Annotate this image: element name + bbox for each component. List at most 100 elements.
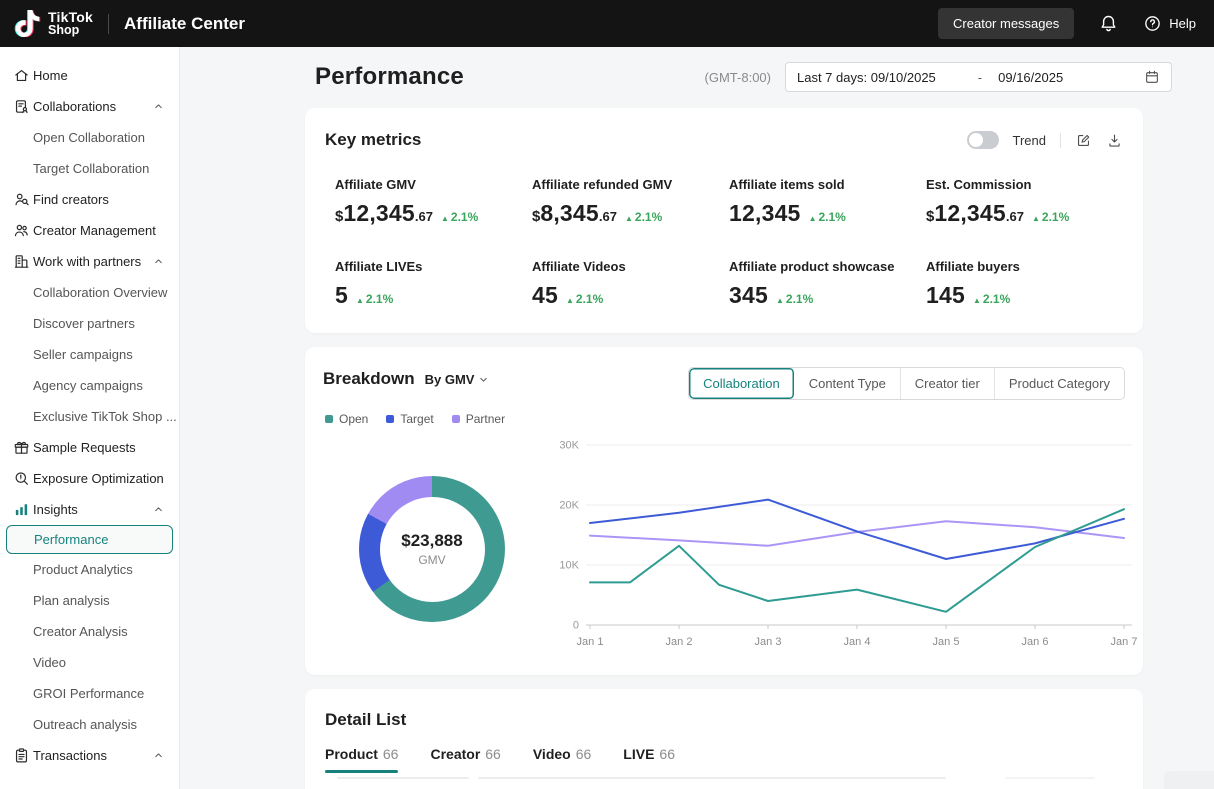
table-skeleton-line [478, 777, 946, 779]
insights-icon [13, 501, 30, 518]
svg-text:30K: 30K [559, 440, 579, 452]
detail-tab-label: LIVE [623, 746, 654, 762]
sidebar-item-label: Discover partners [33, 316, 135, 331]
legend-swatch [386, 415, 394, 423]
sidebar-item-work-with-partners[interactable]: Work with partners [0, 246, 179, 277]
sidebar-item-label: Target Collaboration [33, 161, 149, 176]
detail-list-title: Detail List [325, 710, 1123, 730]
sidebar-item-insights[interactable]: Insights [0, 494, 179, 525]
creator-messages-button[interactable]: Creator messages [938, 8, 1074, 39]
controls-divider [1060, 133, 1061, 148]
line-series-target [590, 500, 1124, 559]
svg-text:Jan 6: Jan 6 [1022, 636, 1049, 648]
sidebar-item-label: Product Analytics [33, 562, 133, 577]
metric-affiliate-lives: Affiliate LIVEs5▲2.1% [335, 259, 532, 309]
main-content: Performance (GMT-8:00) Last 7 days: 09/1… [180, 47, 1214, 789]
date-range-picker[interactable]: Last 7 days: 09/10/2025 - 09/16/2025 [785, 62, 1172, 92]
metric-delta-value: 2.1% [576, 292, 603, 306]
metric-value: 345 [729, 282, 768, 309]
sidebar-item-label: Exclusive TikTok Shop ... [33, 409, 177, 424]
metric-affiliate-videos: Affiliate Videos45▲2.1% [532, 259, 729, 309]
sidebar-item-sample-requests[interactable]: Sample Requests [0, 432, 179, 463]
sidebar-item-label: Transactions [33, 748, 107, 763]
sidebar-item-target-collaboration[interactable]: Target Collaboration [0, 153, 179, 184]
download-icon[interactable] [1106, 132, 1123, 149]
question-circle-icon [1143, 14, 1162, 33]
sidebar-item-agency-campaigns[interactable]: Agency campaigns [0, 370, 179, 401]
metric-delta: ▲2.1% [625, 210, 662, 224]
trend-toggle[interactable] [967, 131, 999, 149]
transactions-icon [13, 747, 30, 764]
app-title: Affiliate Center [124, 14, 245, 34]
detail-tab-label: Video [533, 746, 571, 762]
legend-swatch [452, 415, 460, 423]
sidebar-item-discover-partners[interactable]: Discover partners [0, 308, 179, 339]
breakdown-tab-product-category[interactable]: Product Category [995, 368, 1124, 399]
arrow-up-icon: ▲ [973, 296, 981, 305]
sidebar-item-collaborations[interactable]: Collaborations [0, 91, 179, 122]
svg-text:Jan 4: Jan 4 [844, 636, 871, 648]
detail-tab-video[interactable]: Video66 [533, 746, 591, 773]
date-range-start: Last 7 days: 09/10/2025 [797, 70, 936, 85]
sidebar-item-video[interactable]: Video [0, 647, 179, 678]
metric-delta: ▲2.1% [809, 210, 846, 224]
sidebar-item-plan-analysis[interactable]: Plan analysis [0, 585, 179, 616]
legend-item-target[interactable]: Target [386, 412, 433, 426]
sidebar-item-outreach-analysis[interactable]: Outreach analysis [0, 709, 179, 740]
sidebar-item-product-analytics[interactable]: Product Analytics [0, 554, 179, 585]
help-button[interactable]: Help [1143, 14, 1196, 33]
metric-value-row: 145▲2.1% [926, 282, 1123, 309]
sidebar-item-groi-performance[interactable]: GROI Performance [0, 678, 179, 709]
legend-item-open[interactable]: Open [325, 412, 368, 426]
breakdown-tab-collaboration[interactable]: Collaboration [689, 368, 795, 399]
metric-delta-value: 2.1% [451, 210, 478, 224]
metric-delta: ▲2.1% [1032, 210, 1069, 224]
bell-icon[interactable] [1098, 13, 1119, 34]
chevron-up-icon[interactable] [153, 256, 164, 267]
metric-value: 12,345 [934, 200, 1006, 227]
metric-decimal: .67 [599, 209, 617, 224]
sidebar-item-creator-analysis[interactable]: Creator Analysis [0, 616, 179, 647]
metric-value: 145 [926, 282, 965, 309]
chevron-up-icon[interactable] [153, 504, 164, 515]
metric-affiliate-buyers: Affiliate buyers145▲2.1% [926, 259, 1123, 309]
metric-label: Affiliate buyers [926, 259, 1123, 274]
sidebar-item-transactions[interactable]: Transactions [0, 740, 179, 771]
gift-icon [13, 439, 30, 456]
sidebar-item-home[interactable]: Home [0, 60, 179, 91]
chevron-up-icon[interactable] [153, 750, 164, 761]
chevron-up-icon[interactable] [153, 101, 164, 112]
metric-est-commission: Est. Commission$12,345.67▲2.1% [926, 177, 1123, 227]
legend-label: Target [400, 412, 433, 426]
metric-value-row: 5▲2.1% [335, 282, 532, 309]
edit-icon[interactable] [1075, 132, 1092, 149]
detail-tab-product[interactable]: Product66 [325, 746, 398, 773]
topbar: TikTok Shop Affiliate Center Creator mes… [0, 0, 1214, 47]
metric-delta-value: 2.1% [635, 210, 662, 224]
sidebar-item-seller-campaigns[interactable]: Seller campaigns [0, 339, 179, 370]
metric-currency-prefix: $ [532, 208, 540, 225]
sidebar-item-creator-management[interactable]: Creator Management [0, 215, 179, 246]
metric-label: Est. Commission [926, 177, 1123, 192]
chart-legend: Open Target Partner [325, 412, 505, 426]
tiktok-shop-logo[interactable]: TikTok Shop [14, 10, 93, 37]
floating-widget[interactable] [1164, 771, 1214, 789]
sidebar-item-performance[interactable]: Performance [6, 525, 173, 554]
breakdown-tab-creator-tier[interactable]: Creator tier [901, 368, 995, 399]
sidebar-item-open-collaboration[interactable]: Open Collaboration [0, 122, 179, 153]
detail-list-card: Detail List Product66 Creator66 Video66 LIV… [305, 689, 1143, 789]
legend-swatch [325, 415, 333, 423]
sidebar-item-exposure-optimization[interactable]: Exposure Optimization [0, 463, 179, 494]
metric-delta: ▲2.1% [356, 292, 393, 306]
detail-tab-live[interactable]: LIVE66 [623, 746, 675, 773]
sidebar-item-find-creators[interactable]: Find creators [0, 184, 179, 215]
detail-list-tab-group: Product66 Creator66 Video66 LIVE66 [325, 746, 1123, 773]
sidebar-item-exclusive-tiktok-shop[interactable]: Exclusive TikTok Shop ... [0, 401, 179, 432]
svg-text:20K: 20K [559, 500, 579, 512]
detail-tab-creator[interactable]: Creator66 [430, 746, 500, 773]
breakdown-dimension-select[interactable]: By GMV [425, 372, 490, 387]
breakdown-tab-content-type[interactable]: Content Type [795, 368, 901, 399]
sidebar-item-collaboration-overview[interactable]: Collaboration Overview [0, 277, 179, 308]
legend-item-partner[interactable]: Partner [452, 412, 505, 426]
detail-tab-label: Creator [430, 746, 480, 762]
